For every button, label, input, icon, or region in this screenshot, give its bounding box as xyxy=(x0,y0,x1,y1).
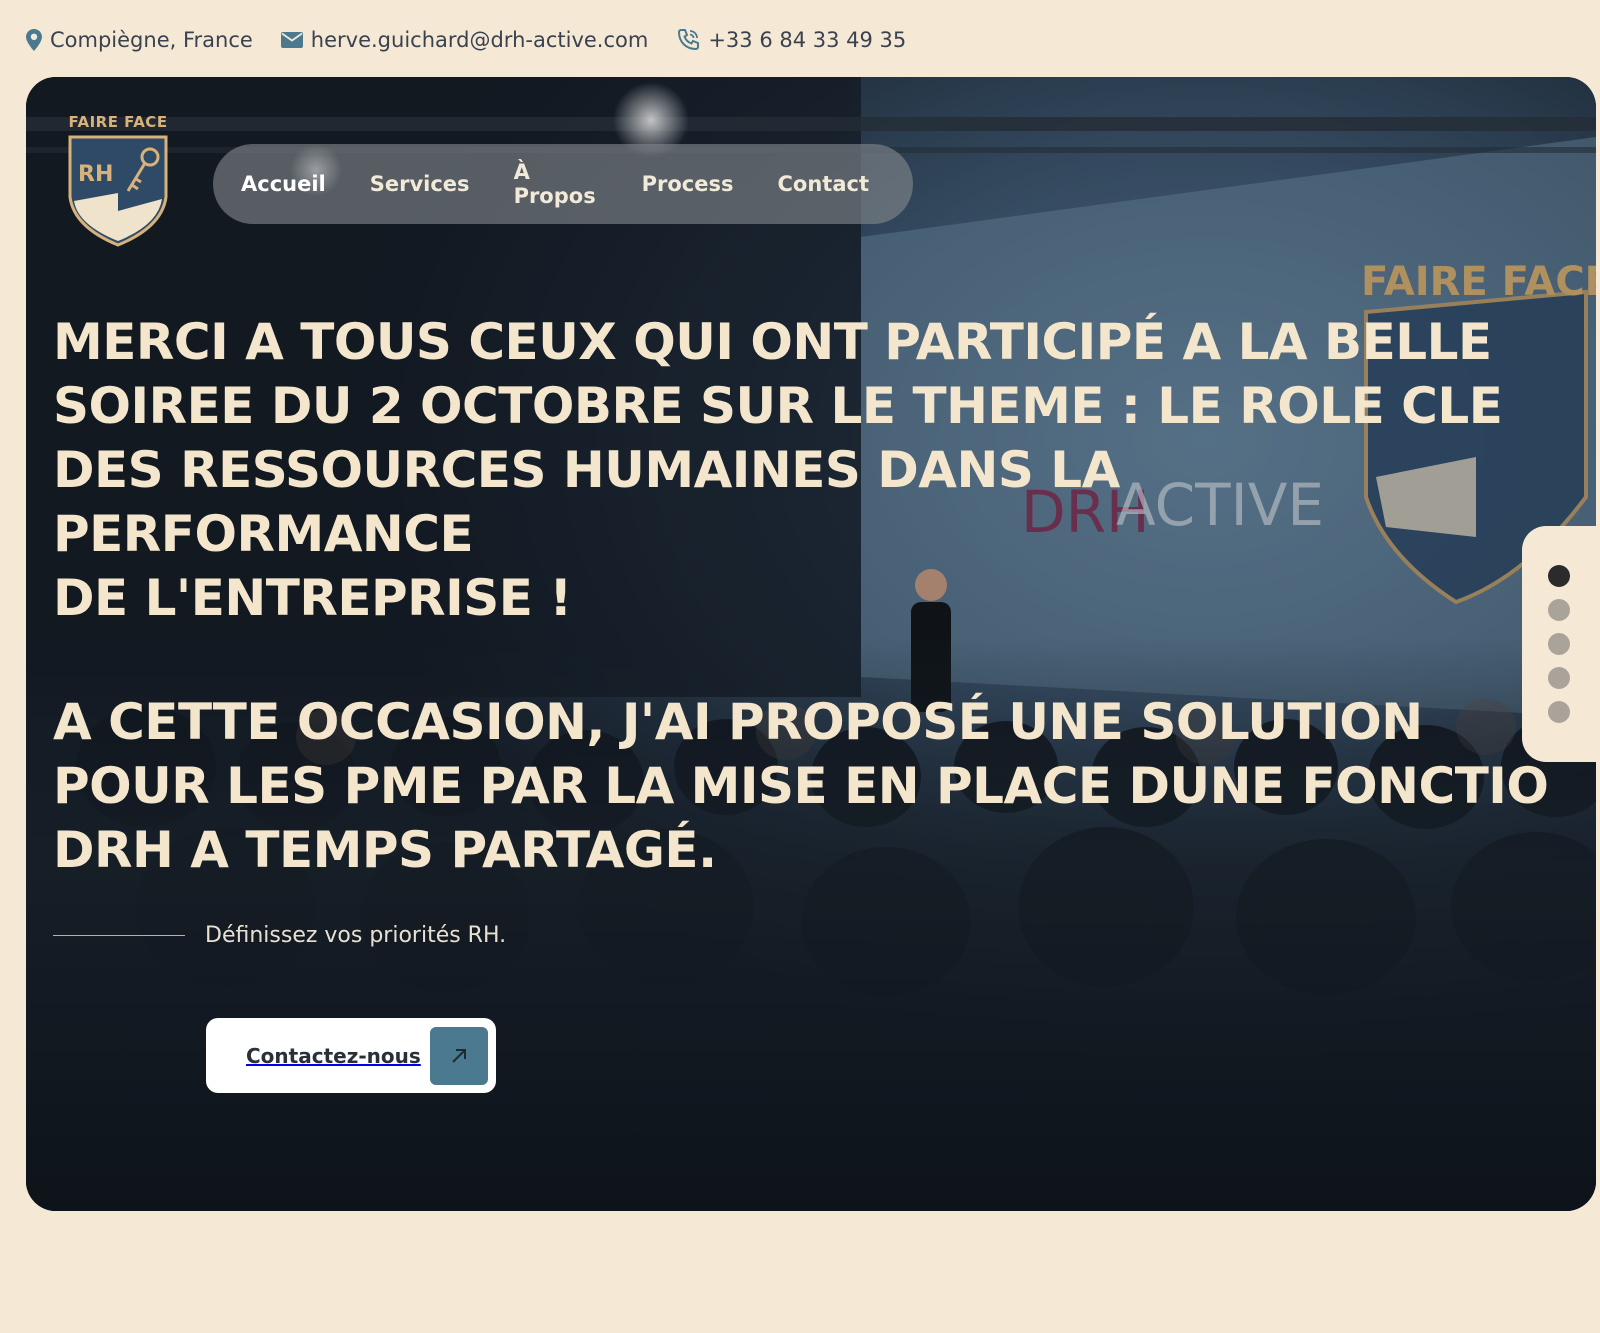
phone-icon xyxy=(676,28,700,52)
cta-label: Contactez-nous xyxy=(246,1043,421,1068)
nav-item-a-propos[interactable]: À Propos xyxy=(514,160,620,208)
logo-emblem-text: RH xyxy=(78,162,113,187)
contact-bar: Compiègne, France herve.guichard@drh-act… xyxy=(26,20,906,60)
slider-dot-1[interactable] xyxy=(1548,565,1570,587)
slider-dot-4[interactable] xyxy=(1548,667,1570,689)
tagline-divider xyxy=(53,935,185,936)
nav-item-services[interactable]: Services xyxy=(370,172,492,196)
headline-paragraph-1: MERCI A TOUS CEUX QUI ONT PARTICIPÉ A LA… xyxy=(53,313,1503,627)
slider-pagination xyxy=(1522,526,1600,762)
slider-dot-3[interactable] xyxy=(1548,633,1570,655)
hero-tagline: Définissez vos priorités RH. xyxy=(53,923,506,948)
email-item[interactable]: herve.guichard@drh-active.com xyxy=(280,28,649,52)
envelope-icon xyxy=(280,32,303,48)
phone-link[interactable]: +33 6 84 33 49 35 xyxy=(708,28,906,52)
arrow-up-right-icon xyxy=(430,1026,488,1085)
nav-item-accueil[interactable]: Accueil xyxy=(241,172,348,196)
slider-dot-5[interactable] xyxy=(1548,701,1570,723)
slider-dot-2[interactable] xyxy=(1548,599,1570,621)
tagline-text: Définissez vos priorités RH. xyxy=(205,923,507,948)
hero-headline: MERCI A TOUS CEUX QUI ONT PARTICIPÉ A LA… xyxy=(53,310,1553,882)
phone-item[interactable]: +33 6 84 33 49 35 xyxy=(676,28,906,52)
main-nav: Accueil Services À Propos Process Contac… xyxy=(213,144,913,224)
headline-paragraph-2: A CETTE OCCASION, J'AI PROPOSÉ UNE SOLUT… xyxy=(53,693,1549,879)
brand-logo[interactable]: FAIRE FACE RH xyxy=(66,113,170,253)
shield-logo-icon: RH xyxy=(68,135,168,247)
location-item: Compiègne, France xyxy=(26,28,253,52)
location-text: Compiègne, France xyxy=(50,28,253,52)
map-pin-icon xyxy=(26,29,42,51)
hero-section: FAIRE FACE DRH ACTIVE FAIRE FACE RH Accu… xyxy=(26,77,1596,1211)
email-link[interactable]: herve.guichard@drh-active.com xyxy=(311,28,649,52)
nav-item-contact[interactable]: Contact xyxy=(778,172,892,196)
nav-item-process[interactable]: Process xyxy=(642,172,756,196)
logo-text: FAIRE FACE xyxy=(68,113,168,131)
contact-cta-button[interactable]: Contactez-nous xyxy=(206,1018,496,1093)
